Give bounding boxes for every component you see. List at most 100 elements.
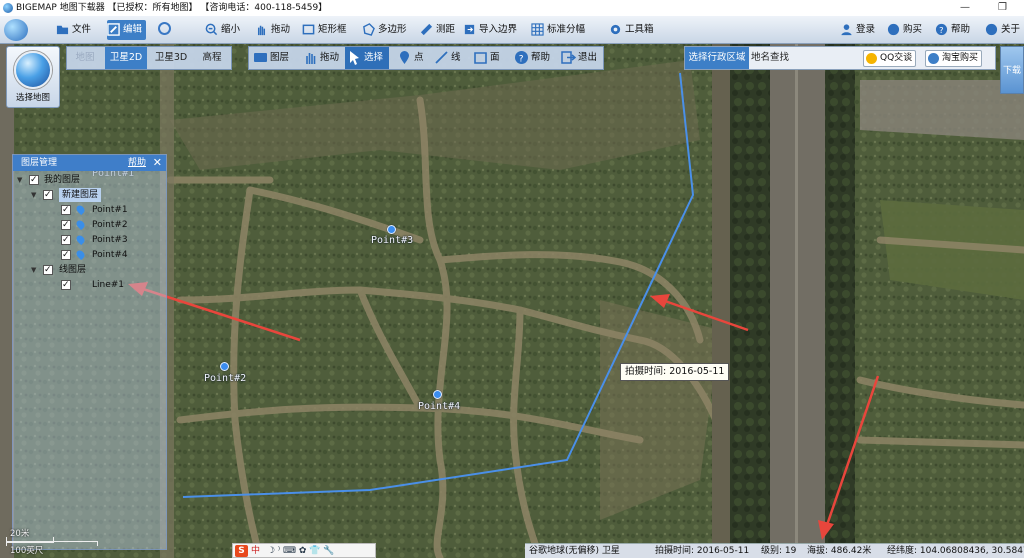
tab-satellite-3d[interactable]: 卫星3D [149,47,193,69]
taobao-buy-button[interactable]: 淘宝购买 [925,50,983,67]
tree-root-my-layers[interactable]: ▼ 我的图层 [17,173,157,187]
edit-help-button[interactable]: ? 帮助 [512,47,550,69]
tree-item-point2[interactable]: Point#2 [61,218,151,232]
map-label-point4: Point#4 [418,401,461,412]
main-toolbar: 文件 编辑 缩小 拖动 矩形框 多边形 测距 导入边界 标准分幅 工具箱 登录 … [0,16,1024,44]
tree-group-new-layer[interactable]: ▼ 新建图层 [31,188,151,202]
edit-select-button[interactable]: 选择 [345,47,389,69]
svg-text:?: ? [519,55,524,65]
cart-icon [887,23,900,36]
map-point-3[interactable] [387,225,396,234]
map-label-point3: Point#3 [371,235,414,246]
layer-checkbox[interactable] [61,218,71,232]
scale-imperial-label: 100英尺 [10,546,44,556]
ime-mode-chinese[interactable]: 中 [251,545,260,557]
toolbar-toolbox-button[interactable]: 工具箱 [609,20,654,40]
collapse-toggle-icon[interactable]: ▼ [17,173,25,187]
toolbar-login-button[interactable]: 登录 [840,20,875,40]
tree-item-point1[interactable]: Point#1 [61,203,151,217]
download-button[interactable]: 下载 [1000,46,1024,94]
app-logo-icon [3,3,13,13]
pin-icon [74,233,87,246]
gear-icon [610,24,621,35]
edit-toolbar: 图层 拖动 选择 点 线 面 ? 帮助 退出 [248,46,604,70]
collapse-toggle-icon[interactable]: ▼ [31,263,39,277]
toolbar-about-button[interactable]: 关于 [985,20,1020,40]
status-capture-date: 拍摄时间: 2016-05-11 [655,546,750,556]
edit-icon [107,23,120,36]
toolbar-help-button[interactable]: ? 帮助 [935,20,970,40]
layer-panel-title: 图层管理 [21,158,58,168]
collapse-toggle-icon[interactable]: ▼ [31,188,39,202]
svg-text:?: ? [939,25,943,35]
toolbar-polygon-button[interactable]: 多边形 [362,20,407,40]
toolbar-zoom-out-button[interactable]: 缩小 [205,20,240,40]
layer-checkbox[interactable] [61,233,71,247]
help-icon: ? [935,23,948,35]
toolbar-measure-button[interactable]: 测距 [420,20,455,40]
pin-icon [400,51,409,64]
toolbar-standard-grid-button[interactable]: 标准分幅 [531,20,585,40]
hand-icon [306,53,316,64]
layer-checkbox[interactable] [43,188,53,202]
place-search-input[interactable] [751,49,861,67]
edit-line-button[interactable]: 线 [432,47,461,69]
line-icon [435,51,448,64]
pin-icon [74,203,87,216]
import-icon [464,24,475,35]
layer-checkbox[interactable] [61,203,71,217]
cursor-icon [350,51,359,65]
edit-polygon-button[interactable]: 面 [471,47,500,69]
tree-item-point3[interactable]: Point#3 [61,233,151,247]
polygon-icon [363,23,375,36]
layer-checkbox[interactable] [61,248,71,262]
search-icon[interactable] [158,22,171,35]
tab-map[interactable]: 地图 [67,47,103,69]
layer-checkbox[interactable] [29,173,39,187]
info-icon [985,23,998,36]
edit-point-button[interactable]: 点 [395,47,424,69]
map-point-4[interactable] [433,390,442,399]
app-globe-icon[interactable] [4,19,28,41]
status-elevation: 海拔: 486.42米 [807,546,872,556]
layer-panel-header: 图层管理 帮助 ✕ [13,155,166,171]
map-point-2[interactable] [220,362,229,371]
status-coordinates: 经纬度: 104.06808436, 30.5847 [887,546,1024,556]
ruler-icon [420,23,433,36]
layer-checkbox[interactable] [61,278,71,292]
toolbar-file-button[interactable]: 文件 [56,20,91,40]
layer-checkbox[interactable] [43,263,53,277]
tab-elevation[interactable]: 高程 [195,47,229,69]
minimize-button[interactable]: — [960,0,970,16]
edit-layers-button[interactable]: 图层 [251,47,289,69]
tab-satellite-2d[interactable]: 卫星2D [105,47,147,69]
tree-item-line1[interactable]: Line#1 [61,278,151,292]
scale-bar: 20米 100英尺 [4,527,98,557]
layer-manager-panel: 图层管理 帮助 ✕ ▼ 我的图层 ▼ 新建图层 Point#1 Point#2 [12,154,167,550]
edit-pan-button[interactable]: 拖动 [301,47,339,69]
toolbar-import-boundary-button[interactable]: 导入边界 [463,20,517,40]
close-icon[interactable]: ✕ [153,155,162,171]
tree-group-line-layer[interactable]: ▼ 线图层 [31,263,151,277]
qq-chat-button[interactable]: QQ交谈 [863,50,917,67]
status-map-source: 谷歌地球(无偏移) 卫星 [529,546,620,556]
ime-tools[interactable]: ☽ ⁾ ⌨ ✿ 👕 🔧 [267,545,335,557]
select-map-button[interactable]: 选择地图 [6,46,60,108]
toolbar-pan-button[interactable]: 拖动 [255,20,290,40]
globe-icon [14,51,52,89]
restore-button[interactable]: ❐ [998,0,1007,16]
qq-icon [866,53,877,64]
toolbar-rectangle-button[interactable]: 矩形框 [302,20,347,40]
tree-item-point4[interactable]: Point#4 [61,248,151,262]
toolbar-buy-button[interactable]: 购买 [887,20,922,40]
edit-exit-button[interactable]: 退出 [559,47,597,69]
ime-toolbar[interactable]: S 中 ☽ ⁾ ⌨ ✿ 👕 🔧 [232,543,376,558]
sogou-ime-icon[interactable]: S [235,545,248,557]
capture-date-tooltip: 拍摄时间: 2016-05-11 [620,363,730,381]
toolbar-edit-button[interactable]: 编辑 [107,20,147,40]
layer-panel-help-link[interactable]: 帮助 [128,155,146,171]
place-search-bar: 选择行政区域 QQ交谈 淘宝购买 [684,46,996,70]
grid-icon [531,23,544,36]
exit-icon [561,51,576,64]
select-region-button[interactable]: 选择行政区域 [685,47,749,69]
